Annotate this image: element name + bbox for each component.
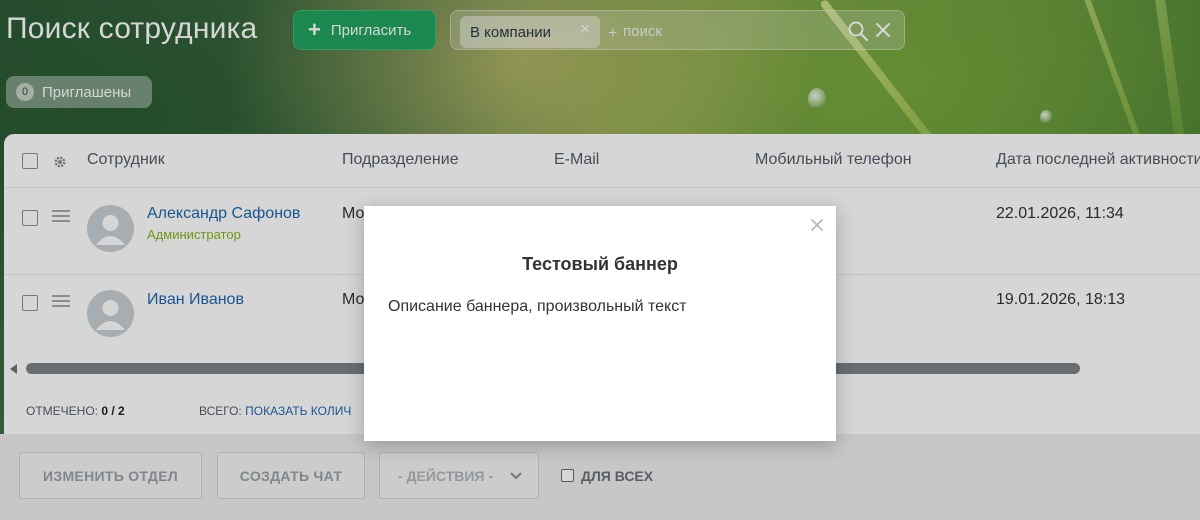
banner-description: Описание баннера, произвольный текст bbox=[388, 298, 687, 315]
banner-popup: Тестовый баннер Описание баннера, произв… bbox=[364, 206, 836, 441]
banner-title: Тестовый баннер bbox=[522, 254, 678, 274]
close-icon[interactable] bbox=[810, 218, 824, 232]
